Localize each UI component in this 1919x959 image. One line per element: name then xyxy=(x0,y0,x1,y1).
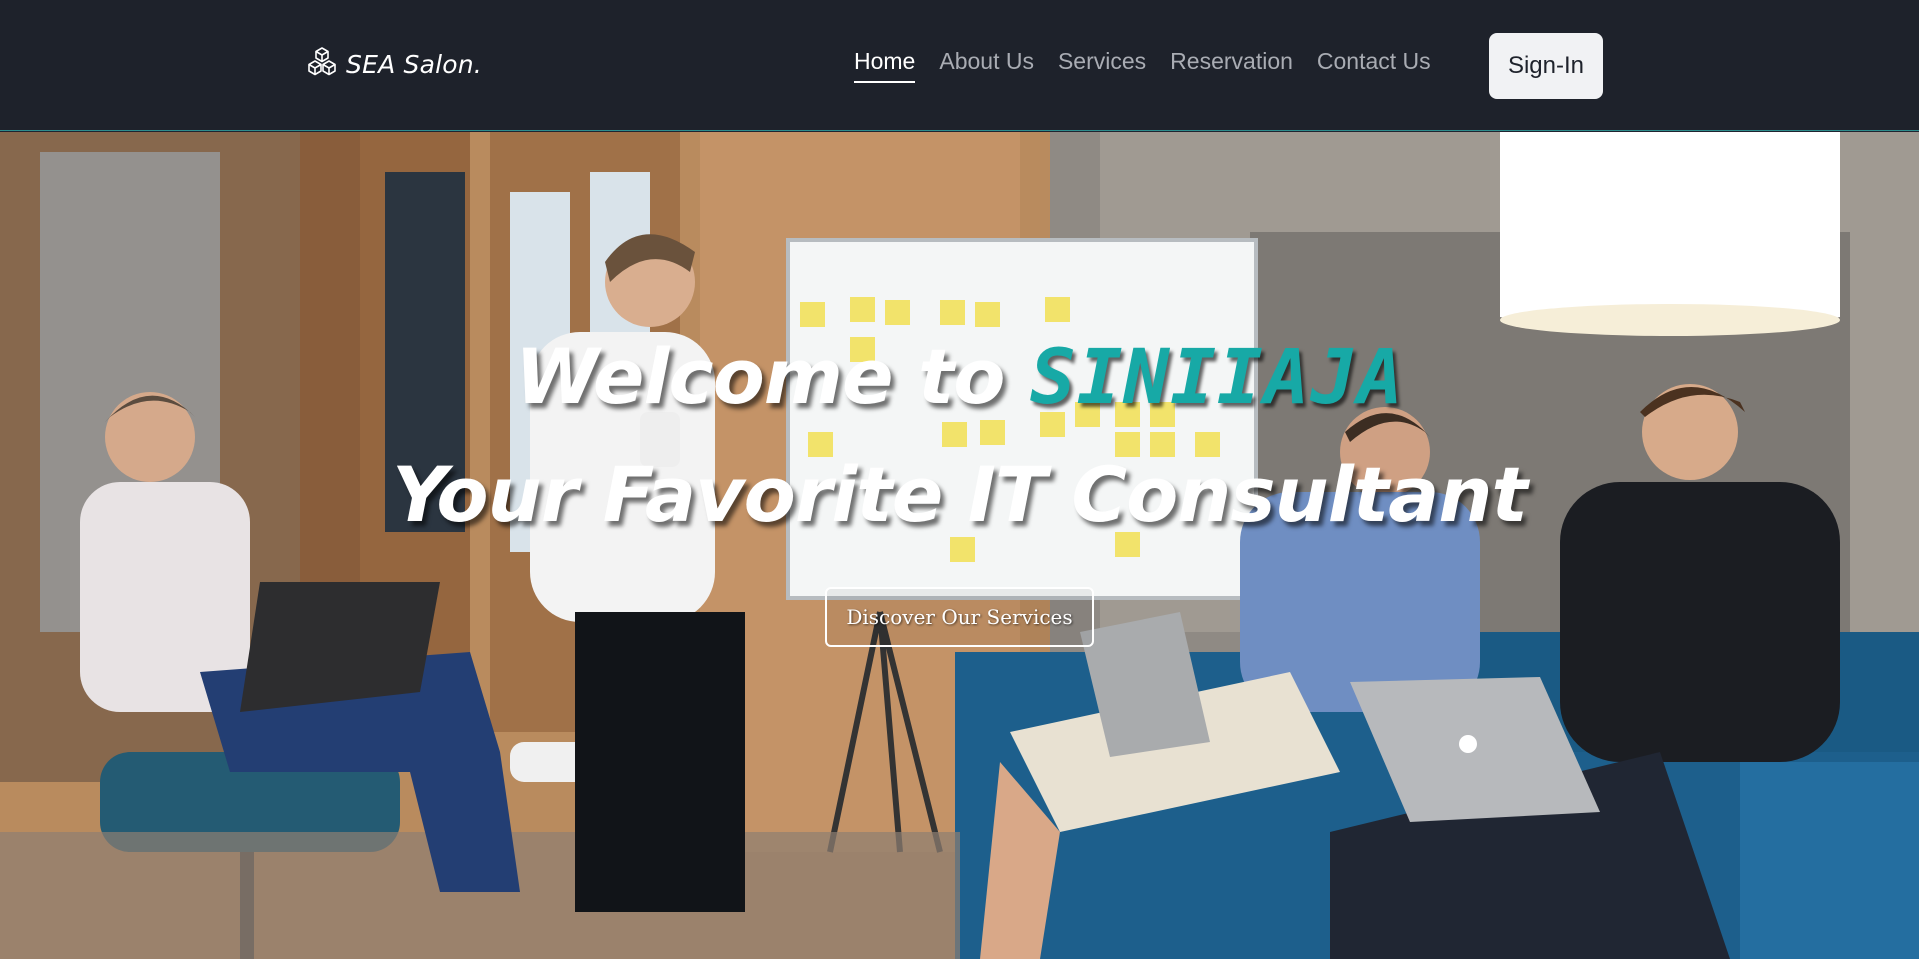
hero-title-prefix: Welcome to xyxy=(514,332,1030,421)
brand-name: SEA Salon. xyxy=(346,49,482,79)
nav-links: Home About Us Services Reservation Conta… xyxy=(854,48,1431,83)
nav-services[interactable]: Services xyxy=(1058,48,1146,83)
hero-subtitle: Your Favorite IT Consultant xyxy=(392,450,1528,539)
discover-services-button[interactable]: Discover Our Services xyxy=(825,587,1094,647)
nav-reservation[interactable]: Reservation xyxy=(1170,48,1293,83)
hero-title: Welcome to SINIIAJA xyxy=(0,332,1919,421)
hero-background-image xyxy=(0,132,1919,959)
nav-home[interactable]: Home xyxy=(854,48,916,83)
boxes-icon xyxy=(306,46,346,82)
sign-in-button[interactable]: Sign-In xyxy=(1489,33,1603,99)
brand-logo-link[interactable]: SEA Salon. xyxy=(306,46,482,82)
hero-section: Welcome to SINIIAJA Your Favorite IT Con… xyxy=(0,132,1919,959)
nav-about-us[interactable]: About Us xyxy=(939,48,1034,83)
nav-contact-us[interactable]: Contact Us xyxy=(1317,48,1431,83)
hero-brand-highlight: SINIIAJA xyxy=(1029,332,1405,421)
navbar: SEA Salon. Home About Us Services Reserv… xyxy=(0,0,1919,131)
